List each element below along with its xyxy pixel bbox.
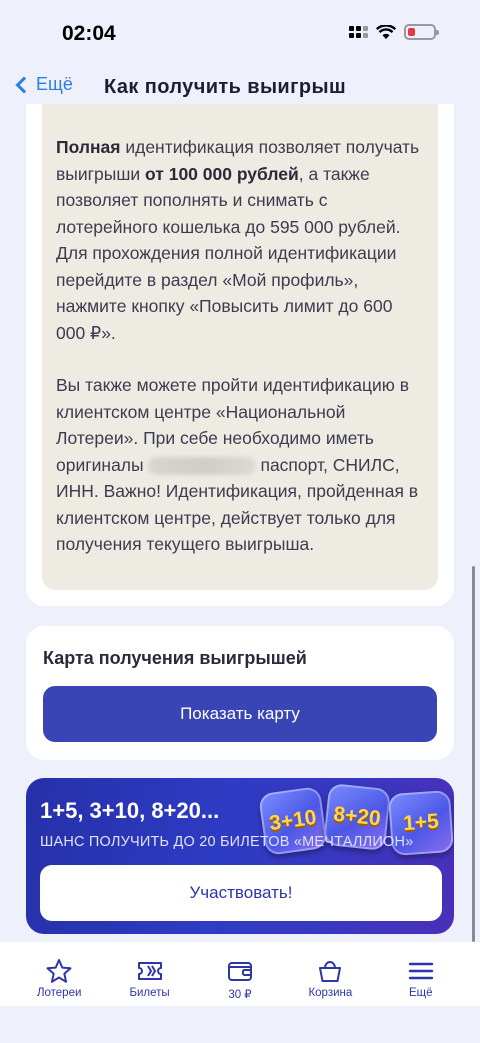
- tab-label: Лотереи: [36, 987, 82, 999]
- tab-more[interactable]: Ещё: [381, 942, 461, 1006]
- status-bar: 02:04: [0, 0, 480, 68]
- ticket-icon: [137, 962, 162, 980]
- star-icon: [46, 959, 72, 983]
- participate-button[interactable]: Участвовать!: [40, 865, 442, 921]
- tab-label: Билеты: [129, 987, 170, 999]
- wallet-icon: [227, 962, 252, 981]
- home-indicator-area: [0, 1006, 480, 1043]
- promo-subtitle: ШАНС ПОЛУЧИТЬ ДО 20 БИЛЕТОВ «МЕЧТАЛЛИОН»: [40, 834, 414, 850]
- blurred-text: [148, 456, 257, 475]
- status-icons: [349, 24, 439, 40]
- client-center-paragraph: Вы также можете пройти идентификацию в к…: [56, 372, 424, 558]
- wifi-icon: [376, 24, 396, 39]
- scrollbar[interactable]: [472, 566, 475, 942]
- tab-tickets[interactable]: Билеты: [110, 942, 190, 1006]
- info-box: Полная идентификация позволяет получать …: [42, 104, 438, 590]
- basket-icon: [319, 961, 342, 982]
- tab-label: Ещё: [408, 987, 433, 999]
- bold-amount: от 100 000 рублей: [145, 163, 299, 184]
- map-card: Карта получения выигрышей Показать карту: [26, 626, 454, 760]
- bold-full: Полная: [56, 137, 121, 157]
- page-title: Как получить выигрыш: [104, 76, 347, 98]
- status-time: 02:04: [62, 22, 116, 45]
- nav-bar: Ещё Как получить выигрыш: [0, 68, 480, 108]
- battery-icon: [404, 24, 439, 40]
- full-identification-paragraph: Полная идентификация позволяет получать …: [56, 134, 424, 346]
- chevron-left-icon: [15, 76, 33, 93]
- tab-bar: Лотереи Билеты 30 ₽ Корзина Ещё: [0, 942, 480, 1006]
- map-card-title: Карта получения выигрышей: [43, 648, 307, 668]
- promo-title: 1+5, 3+10, 8+20...: [40, 798, 220, 823]
- menu-icon: [408, 962, 433, 980]
- back-button[interactable]: Ещё: [14, 74, 73, 95]
- info-card: Полная идентификация позволяет получать …: [26, 104, 454, 606]
- tab-label: Корзина: [308, 987, 353, 999]
- show-map-button[interactable]: Показать карту: [43, 686, 437, 742]
- tab-label: 30 ₽: [228, 989, 252, 1001]
- tab-wallet[interactable]: 30 ₽: [200, 942, 280, 1006]
- tab-basket[interactable]: Корзина: [290, 942, 370, 1006]
- info-text: , а также позволяет пополнять и снимать …: [56, 163, 401, 343]
- signal-icon: [349, 26, 368, 38]
- promo-banner[interactable]: 3+10 8+20 1+5 1+5, 3+10, 8+20... ШАНС ПО…: [26, 778, 454, 934]
- tab-lotteries[interactable]: Лотереи: [19, 942, 99, 1006]
- back-label: Ещё: [36, 74, 73, 94]
